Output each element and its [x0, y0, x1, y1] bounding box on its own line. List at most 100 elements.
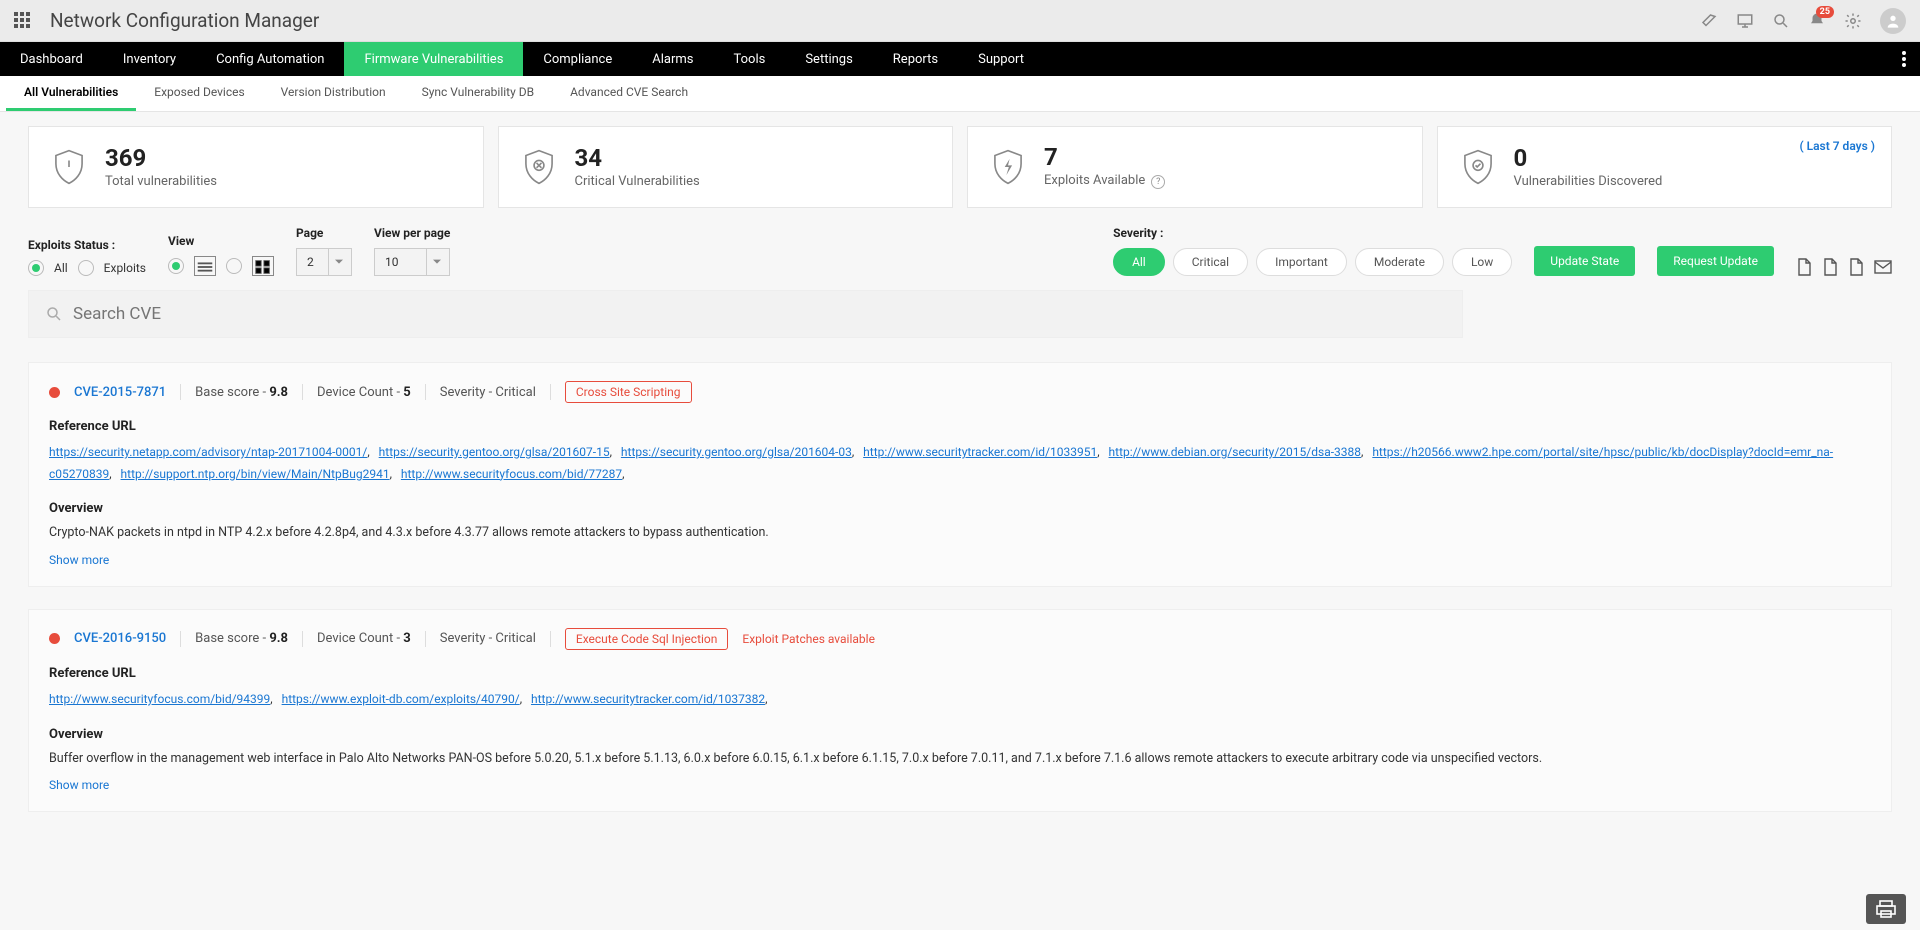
shield-alert-icon — [51, 149, 87, 185]
search-box[interactable] — [28, 290, 1463, 338]
severity-pill-moderate[interactable]: Moderate — [1355, 248, 1444, 276]
search-icon — [45, 305, 63, 323]
reference-link[interactable]: http://www.securityfocus.com/bid/77287 — [401, 467, 622, 481]
severity-filter: Severity : AllCriticalImportantModerateL… — [1113, 226, 1512, 276]
reference-link[interactable]: http://www.securityfocus.com/bid/94399 — [49, 692, 270, 706]
severity-text: Severity - Critical — [440, 631, 536, 646]
reference-link[interactable]: https://www.exploit-db.com/exploits/4079… — [282, 692, 520, 706]
stat-value: 34 — [575, 146, 700, 170]
show-more-link[interactable]: Show more — [49, 553, 109, 567]
stat-label: Exploits Available? — [1044, 173, 1165, 189]
stat-card: 369 Total vulnerabilities — [28, 126, 484, 208]
reference-link[interactable]: http://www.debian.org/security/2015/dsa-… — [1109, 445, 1361, 459]
base-score: Base score - 9.8 — [195, 385, 288, 400]
reference-link[interactable]: https://security.gentoo.org/glsa/201607-… — [379, 445, 610, 459]
stat-label: Total vulnerabilities — [105, 174, 217, 189]
email-icon[interactable] — [1874, 260, 1892, 274]
vuln-type-tag: Cross Site Scripting — [565, 381, 692, 403]
view-radio-grid[interactable] — [226, 258, 242, 274]
stat-card: 34 Critical Vulnerabilities — [498, 126, 954, 208]
update-state-button[interactable]: Update State — [1534, 246, 1635, 276]
reference-url-label: Reference URL — [49, 419, 1871, 434]
reference-links: http://www.securityfocus.com/bid/94399, … — [49, 689, 1871, 711]
page-filter: Page 2 — [296, 226, 352, 276]
reference-link[interactable]: https://security.netapp.com/advisory/nta… — [49, 445, 367, 459]
export-icons — [1796, 258, 1892, 276]
stat-value: 7 — [1044, 145, 1165, 169]
rocket-icon[interactable] — [1700, 12, 1718, 30]
perpage-filter: View per page 10 — [374, 226, 450, 276]
app-title: Network Configuration Manager — [50, 9, 319, 32]
severity-pill-critical[interactable]: Critical — [1173, 248, 1248, 276]
cve-card: CVE-2016-9150 Base score - 9.8 Device Co… — [28, 609, 1892, 812]
request-update-button[interactable]: Request Update — [1657, 246, 1774, 276]
help-icon[interactable]: ? — [1151, 175, 1165, 189]
device-count: Device Count - 5 — [317, 385, 411, 400]
nav-config-automation[interactable]: Config Automation — [196, 42, 344, 76]
device-count: Device Count - 3 — [317, 631, 411, 646]
reference-link[interactable]: https://security.gentoo.org/glsa/201604-… — [621, 445, 852, 459]
exploits-radio-all[interactable] — [28, 260, 44, 276]
shield-check-icon — [1460, 149, 1496, 185]
subnav-sync-vulnerability-db[interactable]: Sync Vulnerability DB — [404, 76, 552, 111]
stat-extra-link[interactable]: ( Last 7 days ) — [1799, 139, 1875, 153]
severity-pill-all[interactable]: All — [1113, 248, 1165, 276]
exploits-radio-exploits[interactable] — [78, 260, 94, 276]
reference-link[interactable]: http://www.securitytracker.com/id/103395… — [863, 445, 1097, 459]
severity-text: Severity - Critical — [440, 385, 536, 400]
show-more-link[interactable]: Show more — [49, 778, 109, 792]
subnav-exposed-devices[interactable]: Exposed Devices — [136, 76, 262, 111]
nav-tools[interactable]: Tools — [714, 42, 786, 76]
nav-firmware-vulnerabilities[interactable]: Firmware Vulnerabilities — [344, 42, 523, 76]
nav-dashboard[interactable]: Dashboard — [0, 42, 103, 76]
bell-icon[interactable]: 25 — [1808, 12, 1826, 30]
nav-reports[interactable]: Reports — [873, 42, 958, 76]
cve-id-link[interactable]: CVE-2015-7871 — [74, 385, 166, 400]
base-score: Base score - 9.8 — [195, 631, 288, 646]
cve-card: CVE-2015-7871 Base score - 9.8 Device Co… — [28, 362, 1892, 587]
reference-link[interactable]: http://www.securitytracker.com/id/103738… — [531, 692, 765, 706]
apps-grid-icon[interactable] — [14, 12, 32, 30]
subnav-all-vulnerabilities[interactable]: All Vulnerabilities — [6, 76, 136, 111]
exploit-patches-text: Exploit Patches available — [742, 632, 875, 646]
user-avatar[interactable] — [1880, 8, 1906, 34]
gear-icon[interactable] — [1844, 12, 1862, 30]
nav-compliance[interactable]: Compliance — [523, 42, 632, 76]
view-filter: View — [168, 234, 274, 276]
view-radio-list[interactable] — [168, 258, 184, 274]
overview-text: Buffer overflow in the management web in… — [49, 750, 1871, 769]
severity-pill-important[interactable]: Important — [1256, 248, 1347, 276]
subnav-version-distribution[interactable]: Version Distribution — [263, 76, 404, 111]
page-dropdown[interactable]: 2 — [296, 248, 352, 276]
export-xls-icon[interactable] — [1848, 258, 1864, 276]
severity-dot-icon — [49, 633, 60, 644]
export-csv-icon[interactable] — [1822, 258, 1838, 276]
nav-support[interactable]: Support — [958, 42, 1044, 76]
filter-bar: Exploits Status : All Exploits View — [28, 226, 1892, 276]
subnav-advanced-cve-search[interactable]: Advanced CVE Search — [552, 76, 706, 111]
print-float-button[interactable] — [1866, 894, 1906, 924]
list-view-icon[interactable] — [194, 256, 216, 276]
nav-settings[interactable]: Settings — [785, 42, 872, 76]
nav-more-icon[interactable] — [1888, 42, 1920, 76]
presentation-icon[interactable] — [1736, 12, 1754, 30]
shield-bolt-icon — [990, 149, 1026, 185]
main-nav: DashboardInventoryConfig AutomationFirmw… — [0, 42, 1920, 76]
export-pdf-icon[interactable] — [1796, 258, 1812, 276]
stats-row: 369 Total vulnerabilities 34 Critical Vu… — [28, 126, 1892, 208]
reference-link[interactable]: http://support.ntp.org/bin/view/Main/Ntp… — [121, 467, 390, 481]
overview-label: Overview — [49, 727, 1871, 742]
search-icon[interactable] — [1772, 12, 1790, 30]
nav-alarms[interactable]: Alarms — [632, 42, 713, 76]
perpage-dropdown[interactable]: 10 — [374, 248, 450, 276]
stat-label: Critical Vulnerabilities — [575, 174, 700, 189]
nav-inventory[interactable]: Inventory — [103, 42, 196, 76]
vuln-type-tag: Execute Code Sql Injection — [565, 628, 729, 650]
severity-pill-low[interactable]: Low — [1452, 248, 1512, 276]
top-header: Network Configuration Manager 25 — [0, 0, 1920, 42]
cve-id-link[interactable]: CVE-2016-9150 — [74, 631, 166, 646]
grid-view-icon[interactable] — [252, 256, 274, 276]
severity-dot-icon — [49, 387, 60, 398]
search-input[interactable] — [73, 304, 1446, 324]
reference-url-label: Reference URL — [49, 666, 1871, 681]
